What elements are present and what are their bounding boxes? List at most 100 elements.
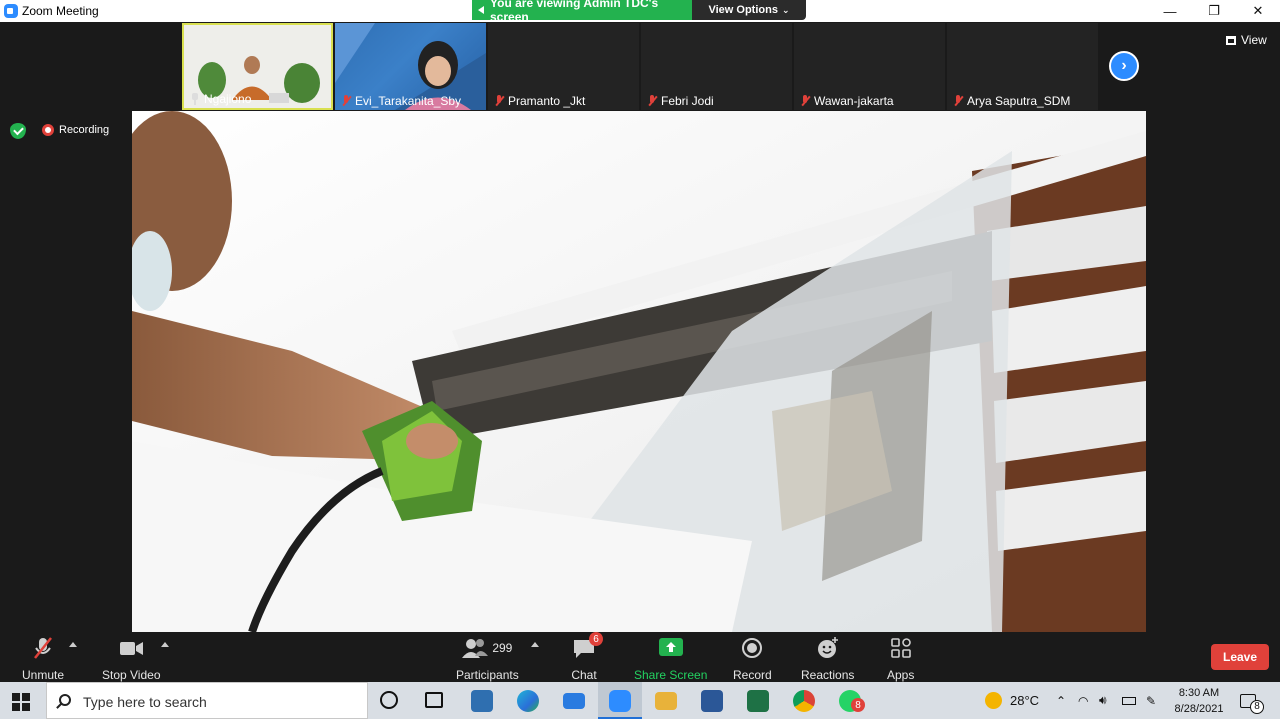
record-button[interactable]: Record — [733, 636, 772, 682]
mic-muted-icon — [494, 95, 504, 107]
participant-name-label: Wawan-jakarta — [800, 94, 894, 108]
clock-date: 8/28/2021 — [1174, 703, 1224, 715]
chat-button[interactable]: 6 Chat — [571, 632, 603, 682]
pen-icon[interactable]: ✎ — [1146, 682, 1156, 719]
stop-video-button[interactable]: Stop Video — [102, 636, 161, 682]
excel-icon[interactable] — [747, 690, 769, 712]
participant-tile-evi[interactable]: Evi_Tarakanita_Sby — [335, 23, 486, 110]
participant-tile-wawan[interactable]: Wawan-jakarta — [794, 23, 945, 110]
unmute-button[interactable]: Unmute — [22, 636, 64, 682]
participant-tile-arya[interactable]: Arya Saputra_SDM — [947, 23, 1098, 110]
chat-badge: 6 — [589, 632, 603, 646]
share-screen-icon — [658, 636, 684, 660]
chevron-down-icon: ⌄ — [781, 4, 790, 15]
participant-name: Evi_Tarakanita_Sby — [355, 94, 462, 108]
zoom-taskbar-icon[interactable] — [609, 690, 631, 712]
zoom-window: Zoom Meeting — ❐ ✕ You are viewing Admin… — [0, 0, 1280, 719]
record-label: Record — [733, 668, 772, 682]
participants-label: Participants — [456, 668, 519, 682]
minimize-button[interactable]: — — [1148, 0, 1192, 22]
participant-name-label: Pramanto _Jkt — [494, 94, 585, 108]
participant-name: Wawan-jakarta — [814, 94, 894, 108]
recording-indicator[interactable]: Recording — [42, 124, 109, 136]
participant-name-label: Arya Saputra_SDM — [953, 94, 1070, 108]
notification-count: 8 — [1250, 699, 1264, 714]
system-clock[interactable]: 8:30 AM 8/28/2021 — [1170, 685, 1228, 717]
recording-icon — [42, 124, 54, 136]
participant-name: Ngajiono — [204, 92, 252, 106]
mic-muted-icon — [647, 95, 657, 107]
recording-label: Recording — [59, 124, 110, 136]
mail-icon[interactable] — [563, 693, 585, 709]
audio-options-caret[interactable] — [69, 642, 77, 647]
smiley-icon — [815, 636, 841, 660]
mic-off-icon — [30, 636, 56, 660]
chat-icon: 6 — [571, 632, 603, 660]
window-title: Zoom Meeting — [22, 4, 99, 18]
participant-name-label: Febri Jodi — [647, 94, 714, 108]
file-explorer-icon[interactable] — [655, 692, 677, 710]
apps-label: Apps — [887, 668, 915, 682]
weather-widget[interactable]: 28°C — [985, 682, 1039, 719]
show-hidden-icons[interactable]: ⌃ — [1056, 682, 1066, 719]
word-icon[interactable] — [701, 690, 723, 712]
weather-sun-icon — [985, 692, 1002, 709]
screen-share-banner: You are viewing Admin TDC's screen — [472, 0, 692, 24]
participant-tile-pramanto[interactable]: Pramanto _Jkt — [488, 23, 639, 110]
apps-button[interactable]: Apps — [887, 636, 914, 682]
participant-tile-febri[interactable]: Febri Jodi — [641, 23, 792, 110]
view-options-label: View Options — [708, 4, 778, 16]
participant-name: Pramanto _Jkt — [508, 94, 586, 108]
volume-icon[interactable]: 🔊︎ — [1099, 682, 1107, 719]
view-layout-button[interactable]: View — [1226, 33, 1267, 47]
screen-share-text: You are viewing Admin TDC's screen — [490, 0, 659, 24]
participants-button[interactable]: 299 Participants — [456, 636, 519, 682]
windows-start-icon[interactable] — [12, 693, 30, 711]
participant-name: Febri Jodi — [661, 94, 714, 108]
unmute-label: Unmute — [22, 668, 65, 682]
stop-video-label: Stop Video — [102, 668, 161, 682]
leave-button[interactable]: Leave — [1211, 644, 1269, 670]
windows-taskbar: Type here to search 8 28°C ⌃ ◠ 🔊︎ ✎ 8:30… — [0, 682, 1280, 719]
restore-button[interactable]: ❐ — [1192, 0, 1236, 22]
shared-screen-view — [132, 111, 1146, 632]
taskbar-search-box[interactable]: Type here to search — [46, 682, 368, 719]
reactions-button[interactable]: Reactions — [801, 636, 854, 682]
whatsapp-icon[interactable]: 8 — [839, 690, 865, 712]
next-page-button[interactable]: › — [1109, 51, 1139, 81]
view-options-button[interactable]: View Options ⌄ — [692, 0, 806, 20]
notifications-icon[interactable]: 8 — [1240, 682, 1270, 719]
video-camera-icon — [118, 636, 144, 660]
participants-count: 299 — [492, 641, 513, 655]
edge-browser-icon[interactable] — [517, 690, 539, 712]
participants-options-caret[interactable] — [531, 642, 539, 647]
whatsapp-badge: 8 — [851, 698, 865, 712]
participant-strip: Ngajiono Evi_Tarakanita_Sby Pramanto _Jk… — [182, 23, 1098, 110]
mic-muted-icon — [800, 95, 810, 107]
participant-name-label: Ngajiono — [190, 92, 251, 106]
participants-icon: 299 — [457, 636, 517, 660]
search-icon — [59, 694, 71, 706]
chrome-icon[interactable] — [793, 690, 815, 712]
cortana-icon[interactable] — [380, 691, 398, 709]
share-screen-button[interactable]: Share Screen — [634, 636, 707, 682]
participant-name-label: Evi_Tarakanita_Sby — [341, 94, 461, 108]
view-layout-label: View — [1241, 33, 1267, 47]
participant-name: Arya Saputra_SDM — [967, 94, 1071, 108]
search-placeholder: Type here to search — [83, 694, 207, 710]
share-screen-label: Share Screen — [634, 668, 708, 682]
temperature: 28°C — [1010, 693, 1040, 708]
wifi-icon[interactable]: ◠ — [1078, 682, 1088, 719]
mic-muted-icon — [341, 95, 351, 107]
video-options-caret[interactable] — [161, 642, 169, 647]
store-icon[interactable] — [471, 690, 493, 712]
close-button[interactable]: ✕ — [1236, 0, 1280, 22]
clock-time: 8:30 AM — [1178, 687, 1220, 699]
task-view-icon[interactable] — [425, 692, 443, 708]
meeting-toolbar: Unmute Stop Video 299 Participants 6 Cha… — [0, 632, 1280, 682]
participant-tile-ngajiono[interactable]: Ngajiono — [182, 23, 333, 110]
battery-icon[interactable] — [1122, 682, 1136, 719]
chevron-right-icon: › — [1121, 57, 1127, 74]
shared-video-content — [132, 111, 1146, 632]
encryption-shield-icon[interactable] — [10, 123, 26, 139]
